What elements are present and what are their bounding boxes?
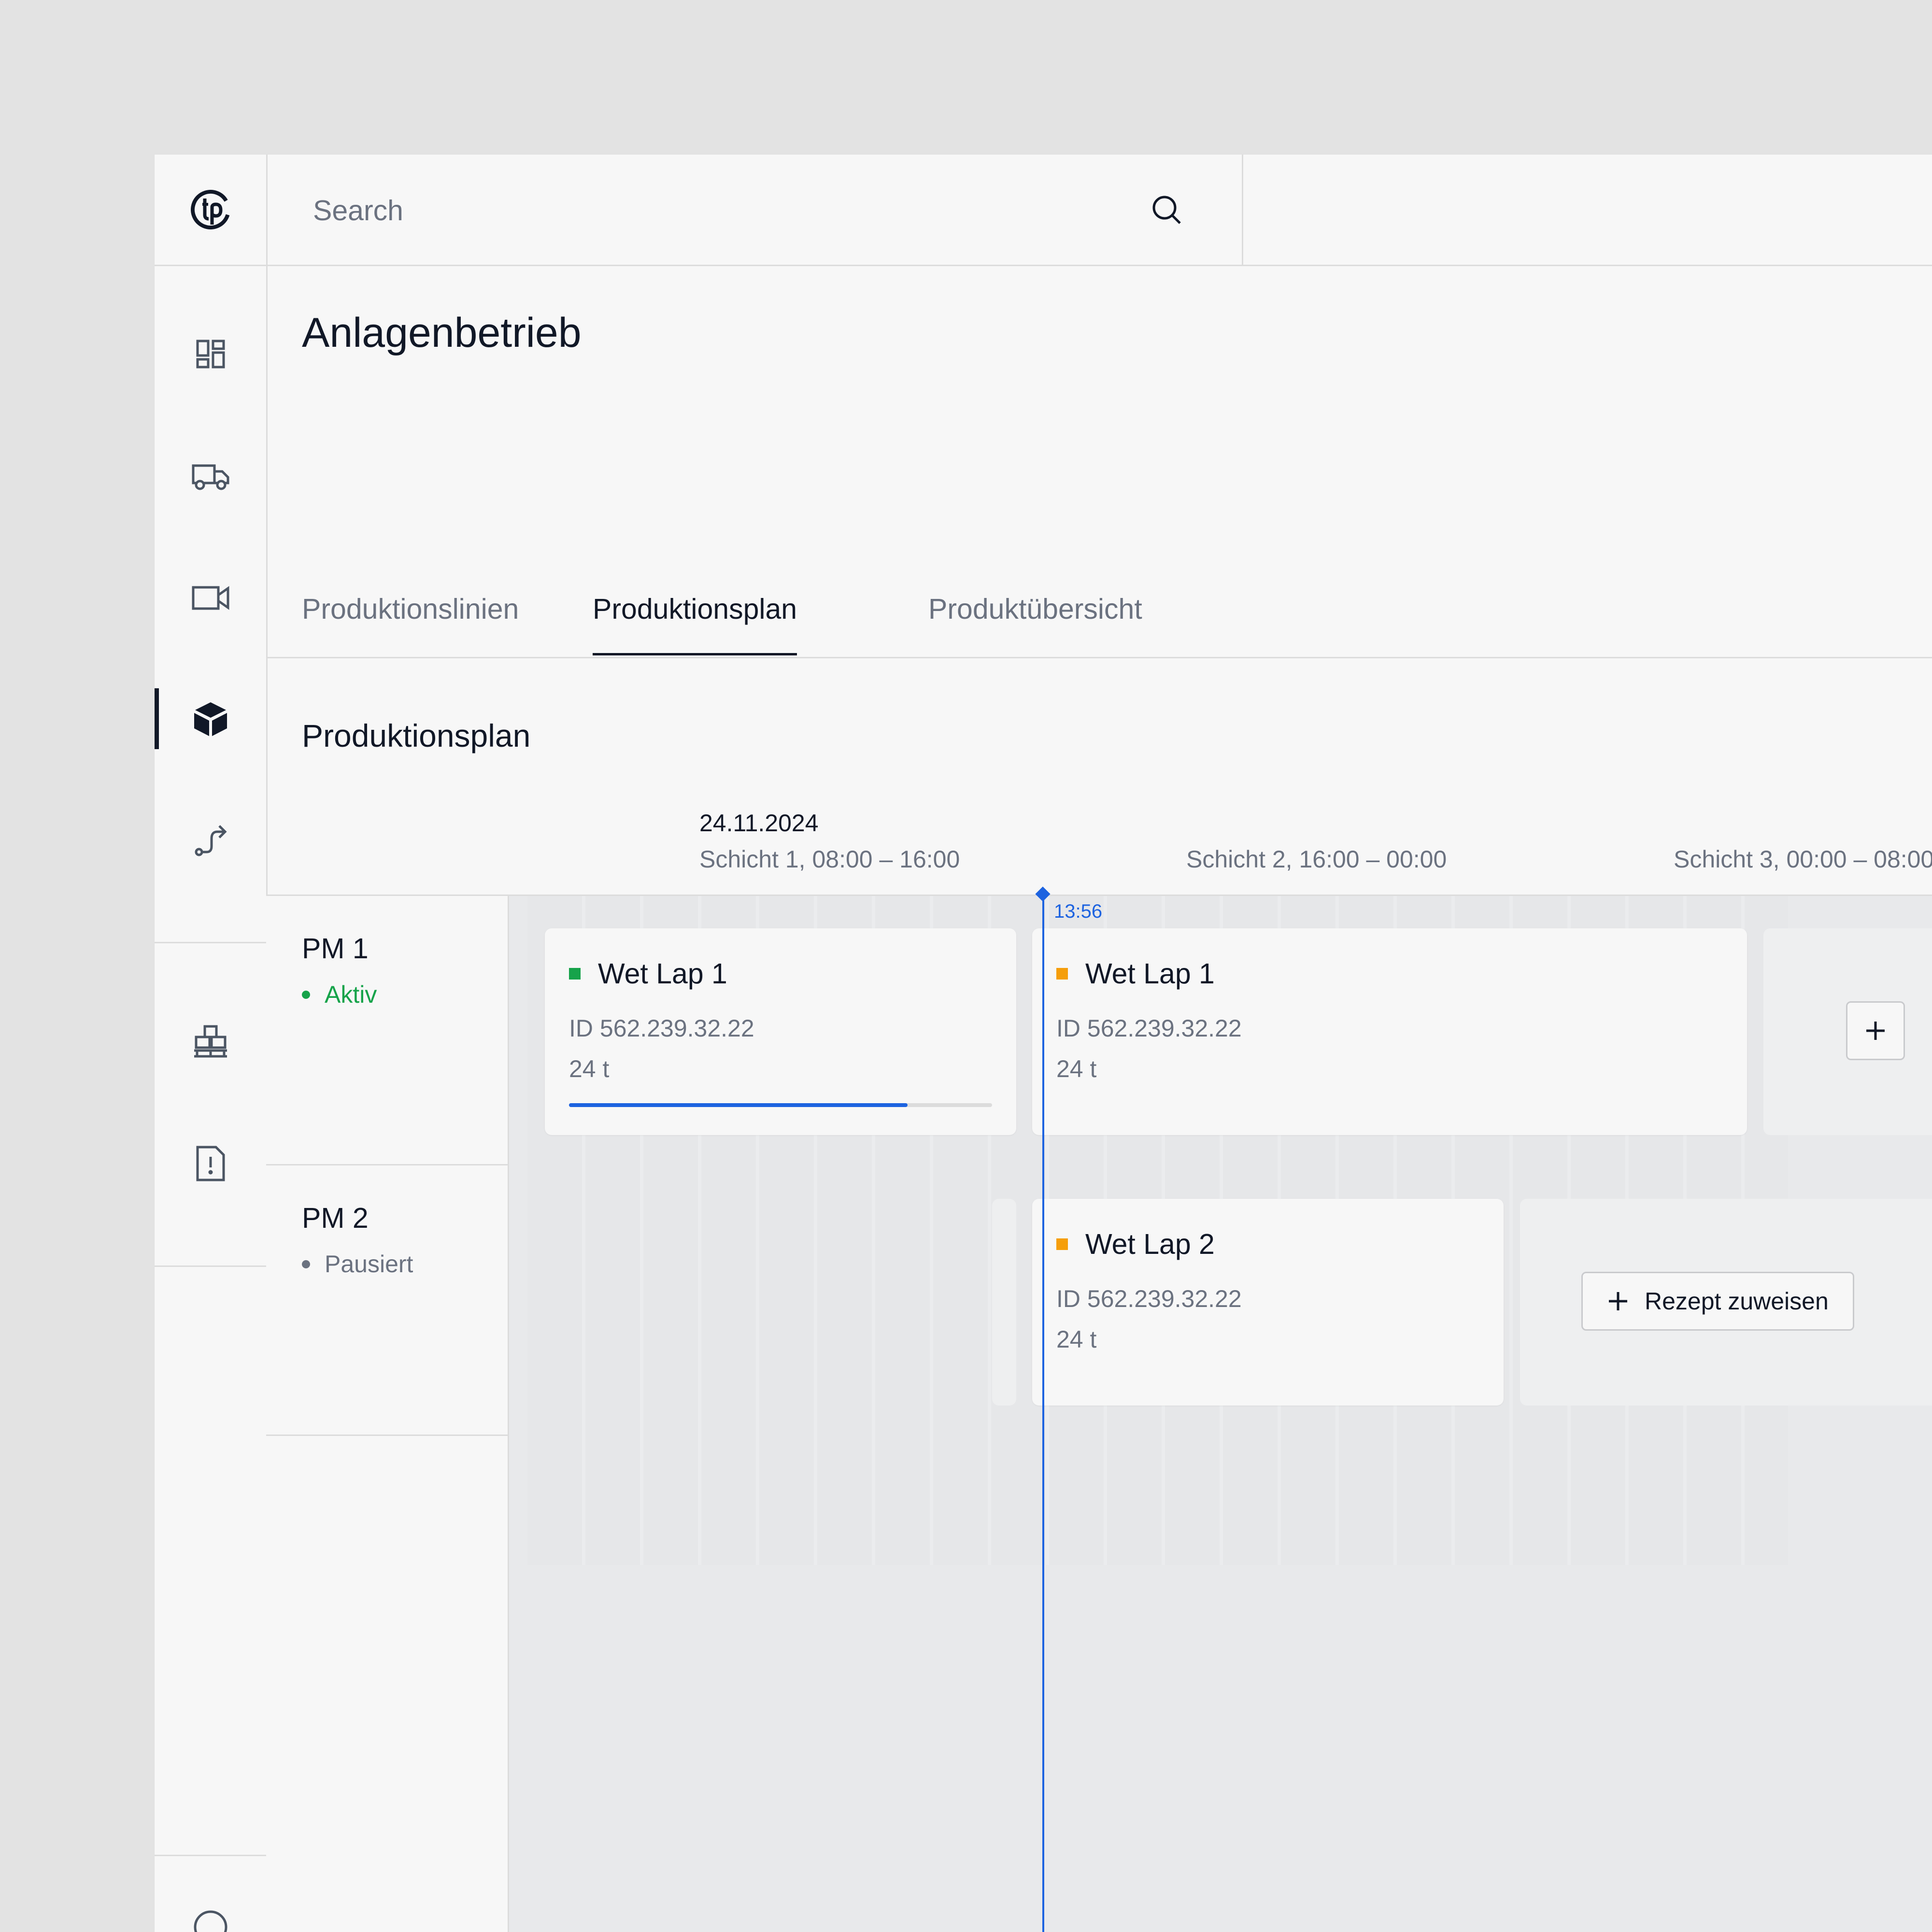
status-square — [1056, 1238, 1068, 1250]
nav-production[interactable] — [155, 687, 266, 750]
job-card[interactable]: Wet Lap 1 ID 562.239.32.22 24 t — [545, 928, 1016, 1135]
plus-icon — [1866, 1022, 1885, 1040]
search-bar — [266, 155, 1243, 265]
empty-slot — [992, 1199, 1016, 1406]
line-list: PM 1 Aktiv PM 2 Pausiert — [266, 896, 509, 1932]
status-dot — [302, 1260, 310, 1268]
tab-produktionslinien[interactable]: Produktionslinien — [302, 593, 519, 655]
job-quantity: 24 t — [1056, 1326, 1097, 1353]
nav-logistics[interactable] — [155, 444, 266, 507]
sidebar-divider — [155, 1855, 266, 1856]
current-time-line — [1042, 894, 1044, 1932]
report-icon — [196, 1146, 225, 1181]
job-quantity: 24 t — [1056, 1055, 1097, 1082]
status-dot — [302, 990, 310, 999]
timeline-date: 24.11.2024 — [699, 810, 819, 837]
add-job-button[interactable] — [1846, 1001, 1905, 1060]
job-card[interactable]: Wet Lap 1 ID 562.239.32.22 24 t — [1032, 928, 1747, 1135]
shift-label: Schicht 1, 08:00 – 16:00 — [699, 846, 960, 873]
nav-help[interactable] — [155, 1896, 266, 1932]
dashboard-icon — [196, 340, 225, 369]
job-title: Wet Lap 1 — [1056, 957, 1215, 990]
job-title: Wet Lap 1 — [569, 957, 727, 990]
plus-icon — [1609, 1292, 1627, 1310]
route-icon — [195, 825, 227, 856]
job-id: ID 562.239.32.22 — [1056, 1015, 1242, 1042]
job-name: Wet Lap 2 — [1085, 1228, 1215, 1260]
nav-reports[interactable] — [155, 1132, 266, 1195]
pallet-icon — [194, 1025, 227, 1058]
job-id: ID 562.239.32.22 — [1056, 1285, 1242, 1312]
line-name: PM 2 — [302, 1202, 369, 1234]
sidebar-divider — [155, 1265, 266, 1267]
job-quantity: 24 t — [569, 1055, 610, 1082]
status-badge: Pausiert — [302, 1250, 413, 1278]
section-title: Produktionsplan — [302, 718, 531, 753]
nav-camera[interactable] — [155, 566, 266, 629]
truck-icon — [192, 464, 229, 490]
nav-routes[interactable] — [155, 809, 266, 872]
progress-bar — [569, 1103, 992, 1107]
page-title: Anlagenbetrieb — [302, 310, 582, 356]
line-name: PM 1 — [302, 933, 369, 965]
job-card[interactable]: Wet Lap 2 ID 562.239.32.22 24 t — [1032, 1199, 1504, 1406]
progress-fill — [569, 1103, 908, 1107]
sidebar-divider — [155, 942, 266, 943]
line-row-label[interactable]: PM 2 Pausiert — [266, 1165, 508, 1436]
tab-bar: Produktionslinien Produktionsplan Produk… — [266, 568, 1932, 658]
nav-inventory[interactable] — [155, 1010, 266, 1073]
tab-produktionsplan[interactable]: Produktionsplan — [593, 593, 797, 655]
shift-label: Schicht 2, 16:00 – 00:00 — [1186, 846, 1447, 873]
current-time-label: 13:56 — [1054, 901, 1103, 922]
assign-recipe-label: Rezept zuweisen — [1645, 1288, 1829, 1315]
status-square — [1056, 968, 1068, 980]
cube-icon — [194, 702, 227, 736]
job-name: Wet Lap 1 — [598, 958, 727, 990]
job-title: Wet Lap 2 — [1056, 1228, 1215, 1261]
search-input[interactable] — [312, 188, 1135, 233]
job-id: ID 562.239.32.22 — [569, 1015, 754, 1042]
top-bar — [266, 155, 1932, 266]
search-icon[interactable] — [1150, 193, 1184, 227]
logo-icon — [190, 190, 230, 229]
job-name: Wet Lap 1 — [1085, 958, 1215, 990]
sidebar — [155, 155, 268, 1932]
timeline-grid: Wet Lap 1 ID 562.239.32.22 24 t Wet Lap … — [509, 896, 1932, 1932]
status-badge: Aktiv — [302, 980, 377, 1009]
status-text: Pausiert — [325, 1250, 413, 1278]
line-row-label[interactable]: PM 1 Aktiv — [266, 896, 508, 1165]
shift-label: Schicht 3, 00:00 – 08:00 — [1674, 846, 1932, 873]
video-icon — [192, 586, 229, 610]
status-text: Aktiv — [325, 981, 377, 1008]
tab-produktuebersicht[interactable]: Produktübersicht — [928, 593, 1142, 655]
status-square — [569, 968, 581, 980]
nav-dashboard[interactable] — [155, 323, 266, 385]
app-window: Anlagenbetrieb Produktionslinien Produkt… — [155, 155, 1932, 1932]
logo[interactable] — [155, 155, 266, 266]
assign-recipe-button[interactable]: Rezept zuweisen — [1581, 1272, 1854, 1331]
help-icon — [194, 1910, 227, 1932]
